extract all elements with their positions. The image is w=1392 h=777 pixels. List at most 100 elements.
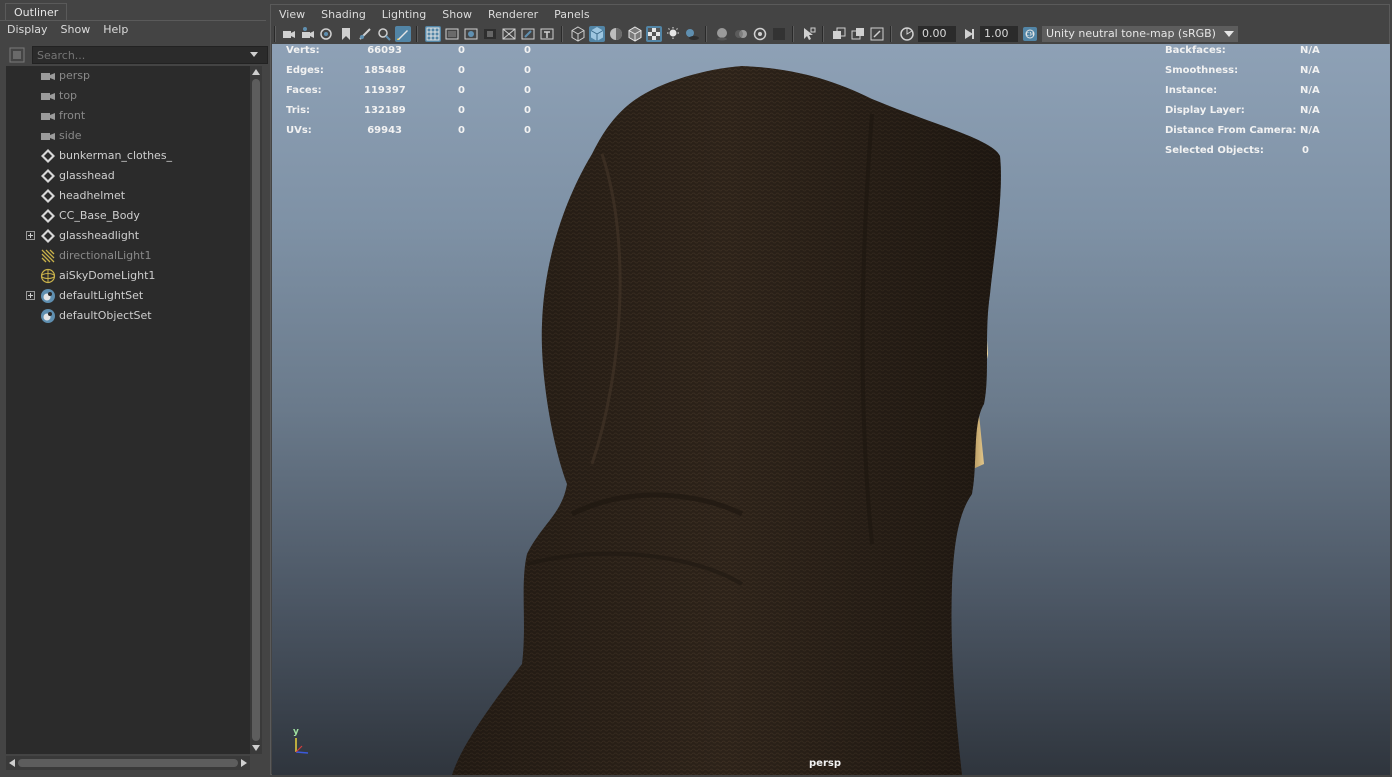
field-chart-icon[interactable] — [501, 26, 517, 42]
tree-item-label: aiSkyDomeLight1 — [59, 269, 156, 282]
chevron-down-icon — [1224, 31, 1234, 37]
svg-text:CM: CM — [1026, 32, 1034, 38]
camera-attributes-icon[interactable] — [300, 26, 316, 42]
xray-icon[interactable] — [831, 26, 847, 42]
scrollbar-thumb[interactable] — [252, 79, 260, 741]
depth-of-field-icon[interactable] — [771, 26, 787, 42]
wireframe-icon[interactable] — [570, 26, 586, 42]
hud-edges-value: 185488 — [364, 65, 406, 76]
hud-edges-sel: 0 — [458, 65, 465, 76]
motion-blur-icon[interactable] — [733, 26, 749, 42]
smooth-shade-icon[interactable] — [589, 26, 605, 42]
toolbar-separator — [561, 26, 563, 42]
viewport-toolbar: 0.00 1.00 CM Unity neutral tone-map (sRG… — [271, 25, 1389, 43]
menu-help[interactable]: Help — [97, 22, 134, 42]
tree-item-sky-dome-light[interactable]: aiSkyDomeLight1 — [6, 266, 250, 286]
hud-smoothness-label: Smoothness: — [1165, 65, 1239, 76]
menu-lighting[interactable]: Lighting — [374, 5, 434, 25]
view-transform-dropdown[interactable]: Unity neutral tone-map (sRGB) — [1042, 26, 1238, 42]
expand-icon[interactable] — [26, 231, 35, 240]
scrollbar-thumb[interactable] — [18, 759, 238, 767]
bookmark-icon[interactable] — [338, 26, 354, 42]
resolution-gate-icon[interactable] — [463, 26, 479, 42]
3d-viewport-canvas[interactable]: Verts: 66093 0 0 Edges: 185488 0 0 Faces… — [272, 44, 1390, 775]
tree-item-persp[interactable]: persp — [6, 66, 250, 86]
menu-show[interactable]: Show — [434, 5, 480, 25]
tree-item-front[interactable]: front — [6, 106, 250, 126]
safe-title-icon[interactable] — [539, 26, 555, 42]
hud-faces-value: 119397 — [364, 85, 406, 96]
scroll-right-icon[interactable] — [240, 759, 248, 767]
expand-icon[interactable] — [26, 291, 35, 300]
hud-tris-value: 132189 — [364, 105, 406, 116]
menu-panels[interactable]: Panels — [546, 5, 597, 25]
tree-item-side[interactable]: side — [6, 126, 250, 146]
camera-icon — [41, 73, 55, 80]
default-material-icon[interactable] — [608, 26, 624, 42]
toolbar-separator — [890, 26, 892, 42]
tree-item-label: top — [59, 89, 78, 102]
use-all-lights-icon[interactable] — [665, 26, 681, 42]
tree-item-cc-base-body[interactable]: CC_Base_Body — [6, 206, 250, 226]
tree-item-label: headhelmet — [59, 189, 126, 202]
textured-icon[interactable] — [646, 26, 662, 42]
tree-item-glasshead[interactable]: glasshead — [6, 166, 250, 186]
exposure-field[interactable]: 0.00 — [918, 26, 956, 42]
multisample-aa-icon[interactable] — [752, 26, 768, 42]
search-input[interactable] — [32, 46, 268, 64]
wireframe-on-shaded-icon[interactable] — [627, 26, 643, 42]
tree-item-glassheadlight[interactable]: glassheadlight — [6, 226, 250, 246]
scroll-left-icon[interactable] — [8, 759, 16, 767]
hud-faces-label: Faces: — [286, 85, 322, 96]
menu-renderer[interactable]: Renderer — [480, 5, 546, 25]
gamma-field[interactable]: 1.00 — [980, 26, 1018, 42]
bookmark-camera-icon[interactable] — [319, 26, 335, 42]
scroll-down-icon[interactable] — [252, 744, 260, 752]
axis-y-label: y — [293, 727, 299, 737]
safe-action-icon[interactable] — [520, 26, 536, 42]
transform-icon — [41, 169, 55, 183]
isolate-select-icon[interactable] — [801, 26, 817, 42]
hud-uvs-sel: 0 — [458, 125, 465, 136]
gamma-icon[interactable] — [961, 26, 977, 42]
toolbar-separator — [792, 26, 794, 42]
tree-item-label: glassheadlight — [59, 229, 140, 242]
menu-shading[interactable]: Shading — [313, 5, 374, 25]
grid-icon[interactable] — [425, 26, 441, 42]
select-camera-icon[interactable] — [281, 26, 297, 42]
tree-item-label: CC_Base_Body — [59, 209, 140, 222]
sky-dome-light-icon — [40, 268, 56, 284]
chevron-down-icon[interactable] — [248, 48, 260, 60]
set-icon — [41, 309, 55, 323]
tree-item-headhelmet[interactable]: headhelmet — [6, 186, 250, 206]
screen-space-ao-icon[interactable] — [714, 26, 730, 42]
hud-selected-objects-label: Selected Objects: — [1165, 145, 1264, 156]
exposure-icon[interactable] — [899, 26, 915, 42]
xray-joints-icon[interactable] — [869, 26, 885, 42]
tree-item-top[interactable]: top — [6, 86, 250, 106]
menu-show[interactable]: Show — [55, 22, 97, 42]
tree-item-bunkerman-clothes[interactable]: bunkerman_clothes_ — [6, 146, 250, 166]
grease-pencil-icon[interactable] — [395, 26, 411, 42]
hud-uvs-comp: 0 — [524, 125, 531, 136]
image-plane-icon[interactable] — [357, 26, 373, 42]
hud-tris-label: Tris: — [286, 105, 311, 116]
tree-item-default-object-set[interactable]: defaultObjectSet — [6, 306, 250, 326]
gate-mask-icon[interactable] — [482, 26, 498, 42]
outliner-tab[interactable]: Outliner — [5, 3, 68, 21]
tree-item-directional-light[interactable]: directionalLight1 — [6, 246, 250, 266]
hud-tris-sel: 0 — [458, 105, 465, 116]
outliner-horizontal-scrollbar[interactable] — [6, 756, 250, 770]
shadows-icon[interactable] — [684, 26, 700, 42]
filter-icon[interactable] — [8, 46, 26, 64]
outliner-panel: Outliner Display Show Help persp t — [0, 0, 268, 777]
film-gate-icon[interactable] — [444, 26, 460, 42]
menu-view[interactable]: View — [271, 5, 313, 25]
scroll-up-icon[interactable] — [252, 68, 260, 76]
xray-active-components-icon[interactable] — [850, 26, 866, 42]
outliner-vertical-scrollbar[interactable] — [250, 66, 262, 754]
2d-pan-zoom-icon[interactable] — [376, 26, 392, 42]
color-management-icon[interactable]: CM — [1022, 26, 1038, 42]
menu-display[interactable]: Display — [1, 22, 54, 42]
tree-item-default-light-set[interactable]: defaultLightSet — [6, 286, 250, 306]
